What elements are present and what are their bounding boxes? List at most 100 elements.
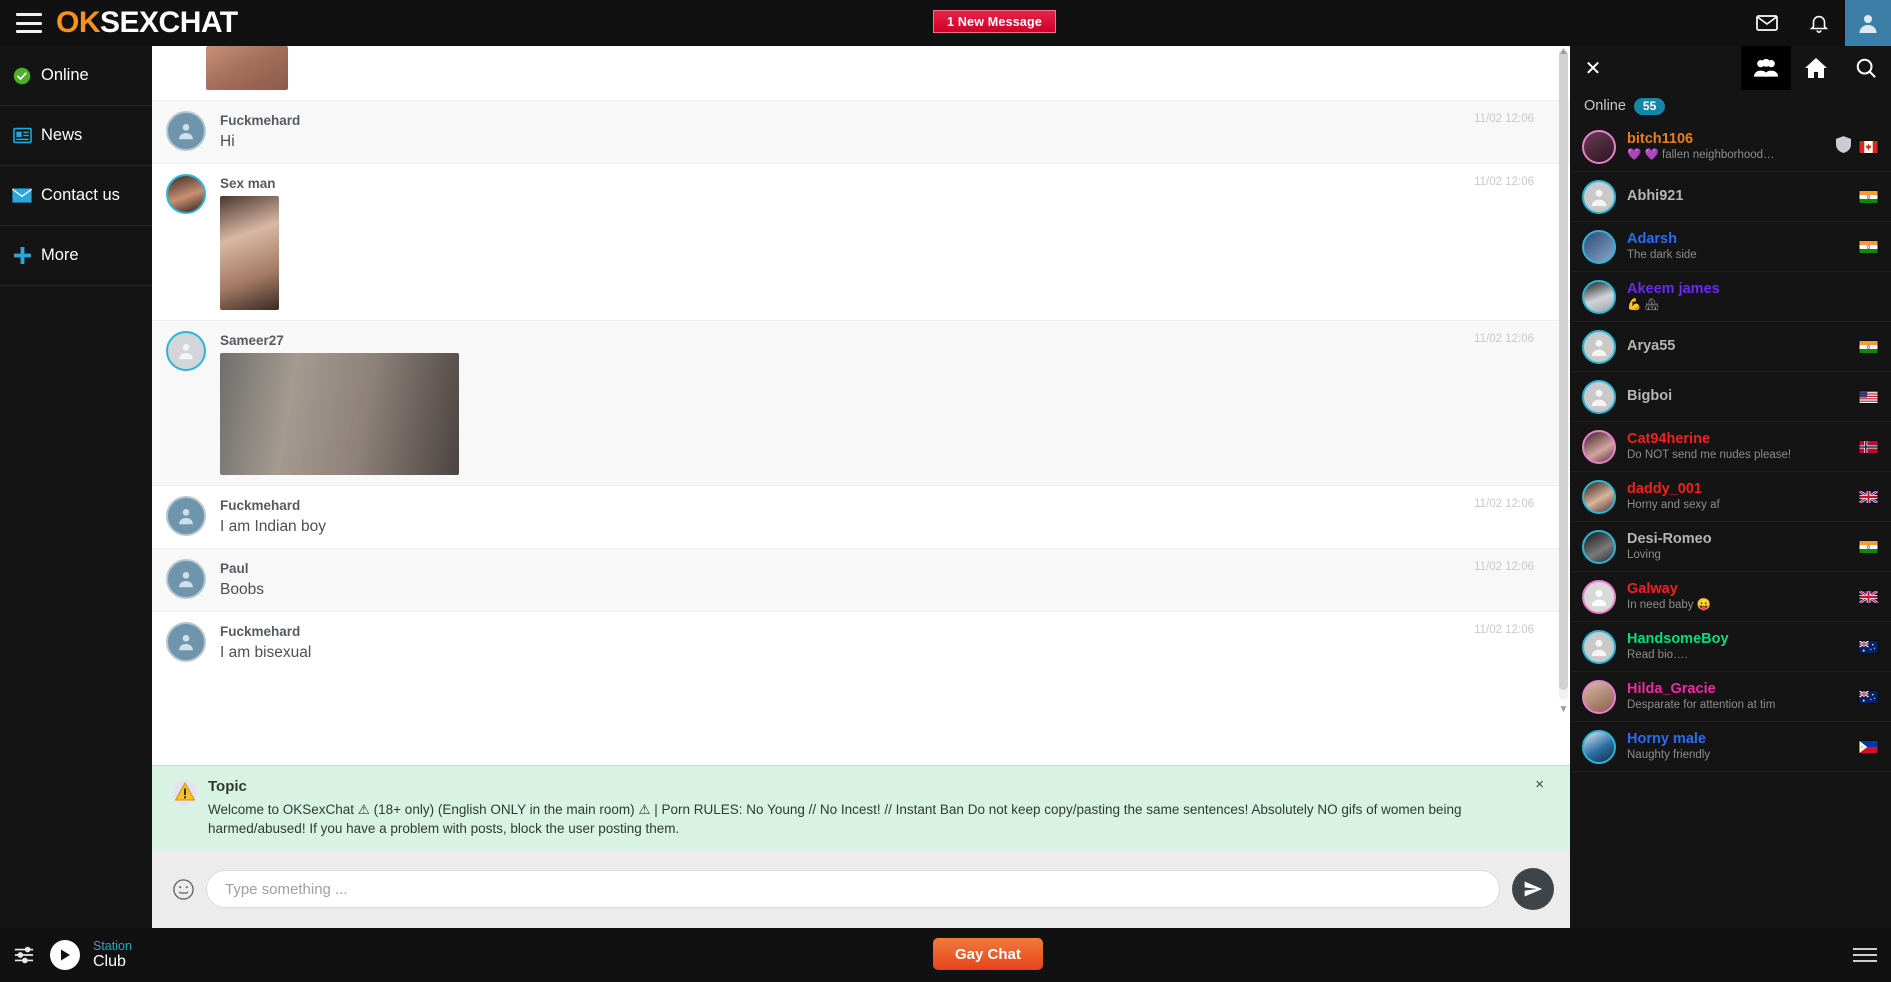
close-icon[interactable]: ✕: [1570, 46, 1616, 90]
envelope-icon[interactable]: [1741, 0, 1793, 46]
user-status: Loving: [1627, 549, 1661, 561]
message-author: Sameer27: [220, 333, 284, 348]
bell-icon[interactable]: [1793, 0, 1845, 46]
scroll-down-arrow-icon[interactable]: ▼: [1558, 704, 1569, 715]
avatar[interactable]: [166, 622, 206, 662]
message-text: Boobs: [220, 581, 264, 598]
gay-chat-button[interactable]: Gay Chat: [933, 938, 1043, 970]
sidebar-item-contact-us[interactable]: Contact us: [0, 166, 152, 226]
search-icon[interactable]: [1841, 46, 1891, 90]
message-image[interactable]: [220, 353, 459, 475]
message-row: [152, 46, 1570, 100]
flag-icon-us: [1858, 389, 1879, 404]
message-timestamp: 11/02 12:06: [1474, 624, 1534, 636]
close-icon[interactable]: ×: [1535, 777, 1544, 792]
avatar[interactable]: [166, 496, 206, 536]
list-item[interactable]: Bigboi: [1570, 372, 1891, 422]
scroll-up-arrow-icon[interactable]: ▲: [1558, 46, 1569, 57]
avatar[interactable]: [1582, 379, 1616, 414]
message-scrollbar-thumb[interactable]: [1559, 50, 1568, 690]
message-image[interactable]: [220, 196, 279, 310]
user-status: The dark side: [1627, 249, 1697, 261]
sliders-icon[interactable]: [10, 945, 38, 965]
avatar[interactable]: [1582, 529, 1616, 564]
menu-icon[interactable]: [1853, 948, 1877, 962]
list-item[interactable]: Akeem james 💪 🏘: [1570, 272, 1891, 322]
plus-icon: [10, 247, 34, 264]
home-icon[interactable]: [1791, 46, 1841, 90]
user-status: Horny and sexy af: [1627, 499, 1720, 511]
message-author: Fuckmehard: [220, 498, 301, 513]
logo-ok-text: OK: [56, 6, 101, 39]
sidebar-item-label: News: [41, 126, 83, 144]
list-item[interactable]: Horny male Naughty friendly: [1570, 722, 1891, 772]
list-item[interactable]: Hilda_Gracie Desparate for attention at …: [1570, 672, 1891, 722]
avatar[interactable]: [1582, 129, 1616, 164]
avatar[interactable]: [1582, 179, 1616, 214]
station-label: Station: [93, 938, 132, 953]
site-logo[interactable]: OKSEXCHAT: [56, 8, 238, 38]
list-item[interactable]: Adarsh The dark side: [1570, 222, 1891, 272]
sidebar-item-news[interactable]: News: [0, 106, 152, 166]
page-root: OKSEXCHAT 1 New Message Online News Cont…: [0, 0, 1891, 982]
message-author: Fuckmehard: [220, 113, 301, 128]
sidebar-item-label: More: [41, 246, 79, 264]
avatar[interactable]: [166, 559, 206, 599]
list-item[interactable]: Galway In need baby 😛: [1570, 572, 1891, 622]
message-image[interactable]: [206, 46, 288, 90]
list-item[interactable]: HandsomeBoy Read bio….: [1570, 622, 1891, 672]
logo-rest-text: SEXCHAT: [100, 6, 238, 39]
message-input-wrapper[interactable]: [206, 870, 1500, 908]
avatar[interactable]: [1582, 729, 1616, 764]
send-button[interactable]: [1512, 868, 1554, 910]
flag-icon-ca: [1858, 139, 1879, 154]
avatar[interactable]: [1582, 679, 1616, 714]
smiley-icon[interactable]: [168, 878, 198, 901]
list-item[interactable]: bitch1106 💜 💜 fallen neighborhood…: [1570, 122, 1891, 172]
flag-icon-gb: [1858, 489, 1879, 504]
station-name: Club: [93, 952, 126, 970]
user-status: Naughty friendly: [1627, 749, 1711, 761]
list-item[interactable]: daddy_001 Horny and sexy af: [1570, 472, 1891, 522]
user-list-tabs: [1741, 46, 1891, 90]
online-count-badge: 55: [1633, 97, 1666, 115]
list-item[interactable]: Desi-Romeo Loving: [1570, 522, 1891, 572]
message-text: I am Indian boy: [220, 518, 326, 535]
list-item[interactable]: Cat94herine Do NOT send me nudes please!: [1570, 422, 1891, 472]
avatar[interactable]: [166, 174, 206, 214]
people-icon[interactable]: [1741, 46, 1791, 90]
avatar[interactable]: [1582, 429, 1616, 464]
avatar[interactable]: [1582, 629, 1616, 664]
user-avatar-icon[interactable]: [1845, 0, 1891, 46]
avatar[interactable]: [166, 331, 206, 371]
play-icon[interactable]: [50, 940, 80, 970]
message-author: Sex man: [220, 176, 276, 191]
avatar[interactable]: [166, 111, 206, 151]
message-row: Fuckmehard Hi 11/02 12:06: [152, 100, 1570, 163]
bottom-bar: Station Club Gay Chat: [0, 928, 1891, 982]
message-author: Paul: [220, 561, 249, 576]
avatar[interactable]: [1582, 329, 1616, 364]
avatar[interactable]: [1582, 279, 1616, 314]
new-message-badge[interactable]: 1 New Message: [933, 10, 1057, 33]
warning-icon: [166, 776, 204, 838]
topic-banner: Topic Welcome to OKSexChat ⚠ (18+ only) …: [152, 765, 1570, 850]
message-author: Fuckmehard: [220, 624, 301, 639]
list-item[interactable]: Abhi921: [1570, 172, 1891, 222]
user-status: In need baby 😛: [1627, 599, 1712, 611]
message-timestamp: 11/02 12:06: [1474, 176, 1534, 188]
message-timestamp: 11/02 12:06: [1474, 113, 1534, 125]
sidebar-item-more[interactable]: More: [0, 226, 152, 286]
user-name: Cat94herine: [1627, 431, 1711, 447]
avatar[interactable]: [1582, 229, 1616, 264]
user-status: Read bio….: [1627, 649, 1688, 661]
menu-icon[interactable]: [16, 13, 42, 33]
list-item[interactable]: Arya55: [1570, 322, 1891, 372]
message-input[interactable]: [225, 880, 1481, 898]
user-name: Adarsh: [1627, 231, 1677, 247]
avatar[interactable]: [1582, 479, 1616, 514]
flag-icon-gb: [1858, 589, 1879, 604]
top-bar: OKSEXCHAT 1 New Message: [0, 0, 1891, 46]
sidebar-item-online[interactable]: Online: [0, 46, 152, 106]
avatar[interactable]: [1582, 579, 1616, 614]
